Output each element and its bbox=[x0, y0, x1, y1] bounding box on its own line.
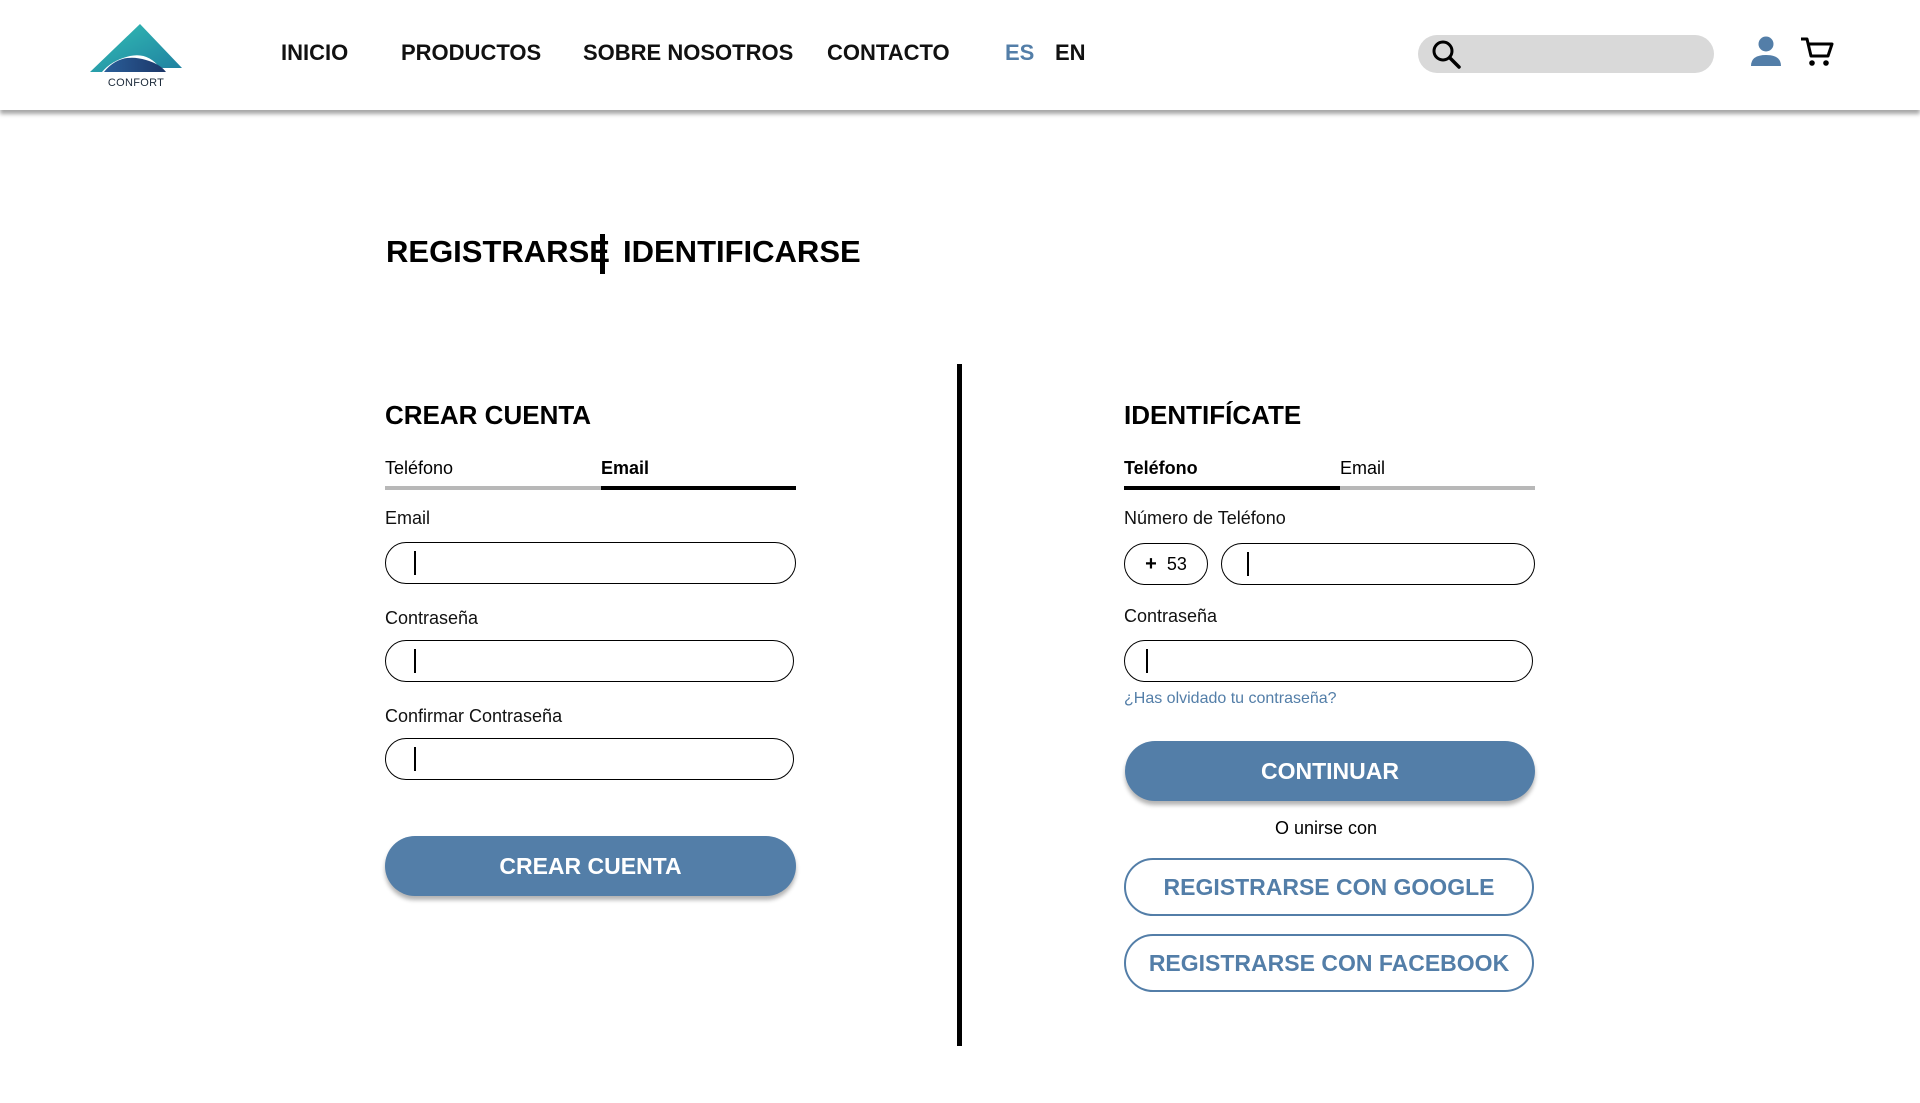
confort-logo[interactable]: CONFORT bbox=[90, 22, 182, 92]
or-join-with-text: O unirse con bbox=[1275, 818, 1378, 838]
tab-registrarse[interactable]: REGISTRARSE bbox=[386, 234, 610, 270]
nav-item-productos[interactable]: PRODUCTOS bbox=[401, 40, 541, 66]
login-tab-email-underline bbox=[1340, 486, 1535, 490]
google-signup-button[interactable]: REGISTRARSE CON GOOGLE bbox=[1124, 858, 1534, 916]
cart-icon[interactable] bbox=[1799, 34, 1835, 70]
create-tab-telefono-underline bbox=[385, 486, 601, 490]
login-password-label: Contraseña bbox=[1124, 606, 1218, 626]
forgot-password-link[interactable]: ¿Has olvidado tu contraseña? bbox=[1124, 690, 1337, 708]
email-label: Email bbox=[385, 508, 431, 528]
tab-identificarse[interactable]: IDENTIFICARSE bbox=[623, 234, 861, 270]
password-field[interactable] bbox=[385, 640, 794, 682]
text-caret bbox=[414, 747, 416, 771]
search-icon[interactable] bbox=[1430, 38, 1462, 70]
login-password-field[interactable] bbox=[1124, 640, 1533, 682]
login-title: IDENTIFÍCATE bbox=[1124, 400, 1302, 430]
language-en[interactable]: EN bbox=[1055, 40, 1086, 66]
login-tab-telefono-underline bbox=[1124, 486, 1340, 490]
logo-text: CONFORT bbox=[107, 77, 165, 89]
create-tab-email[interactable]: Email bbox=[601, 458, 649, 479]
search-input[interactable] bbox=[1470, 38, 1704, 72]
confirm-password-field[interactable] bbox=[385, 738, 794, 780]
text-caret bbox=[414, 551, 416, 575]
create-tab-email-underline bbox=[601, 486, 796, 490]
login-tab-email[interactable]: Email bbox=[1340, 458, 1385, 479]
email-field[interactable] bbox=[385, 542, 796, 584]
section-divider bbox=[957, 364, 962, 1046]
nav-item-sobre-nosotros[interactable]: SOBRE NOSOTROS bbox=[583, 40, 793, 66]
nav-item-inicio[interactable]: INICIO bbox=[281, 40, 348, 66]
login-tab-telefono[interactable]: Teléfono bbox=[1124, 458, 1198, 479]
phone-field[interactable] bbox=[1221, 543, 1535, 585]
create-tab-telefono[interactable]: Teléfono bbox=[385, 458, 453, 479]
user-icon[interactable] bbox=[1748, 34, 1784, 70]
text-caret bbox=[1146, 649, 1148, 673]
confirm-password-label: Confirmar Contraseña bbox=[385, 706, 563, 726]
logo-mountain-icon bbox=[90, 24, 182, 72]
password-label: Contraseña bbox=[385, 608, 479, 628]
phone-label: Número de Teléfono bbox=[1124, 508, 1286, 528]
plus-sign: + bbox=[1145, 552, 1157, 575]
country-code-value: 53 bbox=[1166, 553, 1187, 574]
tab-separator bbox=[600, 234, 605, 274]
nav-item-contacto[interactable]: CONTACTO bbox=[827, 40, 950, 66]
text-caret bbox=[414, 649, 416, 673]
country-code-field[interactable]: + 53 bbox=[1124, 543, 1208, 585]
continue-button[interactable]: CONTINUAR bbox=[1125, 741, 1535, 801]
top-header: CONFORT INICIO PRODUCTOS SOBRE NOSOTROS … bbox=[0, 0, 1920, 110]
text-caret bbox=[1247, 552, 1249, 576]
language-es[interactable]: ES bbox=[1005, 40, 1034, 66]
create-account-title: CREAR CUENTA bbox=[385, 400, 592, 430]
facebook-signup-button[interactable]: REGISTRARSE CON FACEBOOK bbox=[1124, 934, 1534, 992]
create-account-button[interactable]: CREAR CUENTA bbox=[385, 836, 796, 896]
